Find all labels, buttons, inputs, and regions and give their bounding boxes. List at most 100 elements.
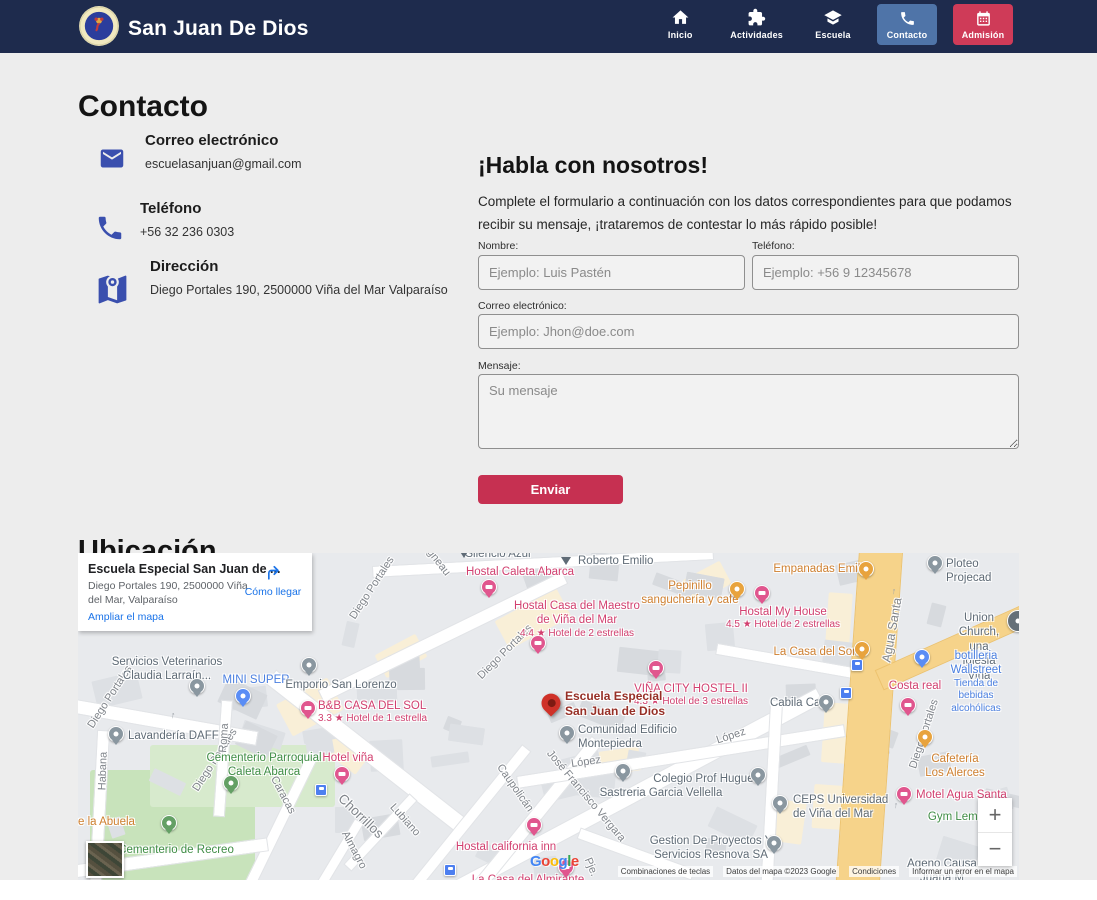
map-marker-lodging[interactable]	[896, 786, 912, 802]
map-marker-gray[interactable]	[301, 657, 317, 673]
envelope-icon	[95, 145, 129, 177]
contact-item-value: +56 32 236 0303	[140, 225, 234, 239]
calendar-icon	[975, 10, 992, 27]
map-marker-school[interactable]	[772, 795, 788, 811]
map-poi-label[interactable]: Gestion De Proyectos Y Servicios Resnova…	[650, 834, 773, 863]
map-poi-label[interactable]: Hostal Caleta Abarca	[466, 565, 574, 579]
map-marker-lodging[interactable]	[530, 635, 546, 651]
map-marker-lodging[interactable]	[900, 697, 916, 713]
form-description: Complete el formulario a continuación co…	[478, 190, 1026, 237]
map-poi-label[interactable]: Costa real	[889, 679, 941, 693]
map-marker-lodging[interactable]	[334, 766, 350, 782]
map-marker-lodging[interactable]	[754, 585, 770, 601]
map-poi-label[interactable]: Comunidad Edificio Montepiedra	[578, 723, 677, 752]
home-icon	[671, 8, 690, 27]
nav-admision[interactable]: Admisión	[953, 4, 1013, 45]
map-marker-food[interactable]	[854, 641, 870, 657]
map-poi-label[interactable]: Ploteo Projecad	[946, 557, 1019, 586]
map-poi-label[interactable]: La Casa del Son	[773, 645, 858, 659]
map-marker-shop[interactable]	[235, 688, 251, 704]
map-marker-shop[interactable]	[914, 649, 930, 665]
map-info-card: Escuela Especial San Juan de ... Diego P…	[78, 553, 312, 631]
contact-item-value: escuelasanjuan@gmail.com	[145, 157, 302, 171]
map-marker-lodging[interactable]	[526, 817, 542, 833]
name-input[interactable]	[478, 255, 745, 290]
nav-inicio[interactable]: Inicio	[652, 0, 708, 46]
street-label: Roma	[217, 723, 231, 753]
map-poi-label[interactable]: Servicios Veterinarios Claudia Larraín..…	[112, 655, 223, 684]
satellite-view-thumbnail[interactable]	[86, 841, 124, 878]
street-label: Caracas	[268, 774, 298, 816]
map-marker-park[interactable]	[161, 815, 177, 831]
email-input[interactable]	[478, 314, 1019, 349]
nav-label: Admisión	[962, 30, 1005, 40]
map-marker-gray[interactable]	[750, 767, 766, 783]
map-marker-cafe[interactable]	[917, 729, 933, 745]
map-poi-label[interactable]: Silencio Azul	[465, 553, 530, 561]
zoom-in-button[interactable]: +	[978, 798, 1012, 833]
map-poi-label[interactable]: Empanadas Emilú	[773, 562, 866, 576]
phone-icon	[899, 10, 916, 27]
map-poi-label[interactable]: MINI SUPER	[222, 673, 289, 687]
map-marker-lodging[interactable]	[648, 660, 664, 676]
page: San Juan De Dios Inicio Actividades Escu…	[0, 0, 1097, 900]
map-marker-gray[interactable]	[559, 725, 575, 741]
google-logo[interactable]: Google	[530, 853, 579, 870]
map[interactable]: ↑↑↑↑ Diego PortalesDiego PortalesDiego P…	[78, 553, 1019, 880]
map-poi-label[interactable]: botilleria WallstreetTienda de bebidas a…	[951, 649, 1002, 715]
map-poi-label[interactable]: Cafetería Los Alerces	[923, 752, 987, 781]
map-poi-label[interactable]: Escuela Especial San Juan de Dios	[565, 689, 665, 719]
nav-label: Inicio	[668, 30, 693, 40]
map-poi-label[interactable]: Hotel viña	[322, 751, 373, 765]
map-attribution-item[interactable]: Combinaciones de teclas	[618, 866, 713, 877]
directions-label: Cómo llegar	[244, 586, 302, 598]
street-label: López	[715, 726, 747, 747]
map-marker-food[interactable]	[729, 581, 745, 597]
phone-label: Teléfono:	[752, 240, 795, 252]
map-poi-label[interactable]: Hostal My House4.5 ★ Hotel de 2 estrella…	[726, 605, 840, 632]
map-poi-label[interactable]: Emporio San Lorenzo	[285, 678, 396, 692]
nav-actividades[interactable]: Actividades	[724, 0, 789, 46]
map-poi-label[interactable]: Pepinillo sanguchería y café	[641, 579, 738, 608]
map-marker-gray[interactable]	[189, 678, 205, 694]
map-marker-tri[interactable]	[459, 553, 469, 558]
map-poi-label[interactable]: Roberto Emilio	[578, 554, 653, 568]
map-marker-gray[interactable]	[615, 763, 631, 779]
map-poi-label[interactable]: e la Abuela	[78, 815, 135, 829]
map-poi-label[interactable]: CEPS Universidad de Viña del Mar	[793, 793, 888, 822]
map-marker-gray[interactable]	[818, 694, 834, 710]
map-marker-tri[interactable]	[561, 557, 571, 565]
contact-item-label: Dirección	[150, 258, 218, 275]
map-poi-label[interactable]: Cementerio Parroquial Caleta Abarca	[206, 751, 321, 780]
map-poi-label[interactable]: Gym Leme	[928, 810, 984, 824]
map-poi-label[interactable]: Sastreria Garcia Vellella	[600, 786, 723, 800]
map-poi-label[interactable]: Colegio Prof Huguet	[653, 772, 757, 786]
message-textarea[interactable]	[478, 374, 1019, 449]
map-marker-food[interactable]	[858, 561, 874, 577]
nav-label: Contacto	[887, 30, 928, 40]
phone-input[interactable]	[752, 255, 1019, 290]
map-marker-park[interactable]	[223, 775, 239, 791]
map-marker-gray[interactable]	[927, 555, 943, 571]
map-marker-gray[interactable]	[108, 726, 124, 742]
brand[interactable]: San Juan De Dios	[78, 5, 309, 52]
map-attribution-item[interactable]: Condiciones	[849, 866, 899, 877]
directions-link[interactable]: Cómo llegar	[244, 563, 302, 598]
map-attribution-item[interactable]: Informar un error en el mapa	[909, 866, 1017, 877]
nav-escuela[interactable]: Escuela	[805, 0, 861, 46]
nav-contacto[interactable]: Contacto	[877, 4, 937, 45]
zoom-out-button[interactable]: −	[978, 833, 1012, 867]
map-marker-lodging[interactable]	[300, 700, 316, 716]
map-marker-gray[interactable]	[766, 835, 782, 851]
expand-map-link[interactable]: Ampliar el mapa	[88, 611, 164, 623]
school-location-pin[interactable]	[538, 690, 565, 717]
map-poi-label[interactable]: B&B CASA DEL SOL3.3 ★ Hotel de 1 estrell…	[318, 699, 427, 726]
submit-button[interactable]: Enviar	[478, 475, 623, 504]
map-marker-lodging[interactable]	[481, 579, 497, 595]
map-poi-label[interactable]: Cementerio de Recreo	[118, 843, 234, 857]
map-marker-circle-lg[interactable]	[1007, 610, 1019, 632]
contact-item-value: Diego Portales 190, 2500000 Viña del Mar…	[150, 283, 448, 297]
map-poi-label[interactable]: Lavandería DAFF	[128, 729, 219, 743]
map-poi-label[interactable]: Hostal Casa del Maestro de Viña del Mar4…	[514, 599, 640, 640]
school-logo-icon	[78, 5, 120, 52]
